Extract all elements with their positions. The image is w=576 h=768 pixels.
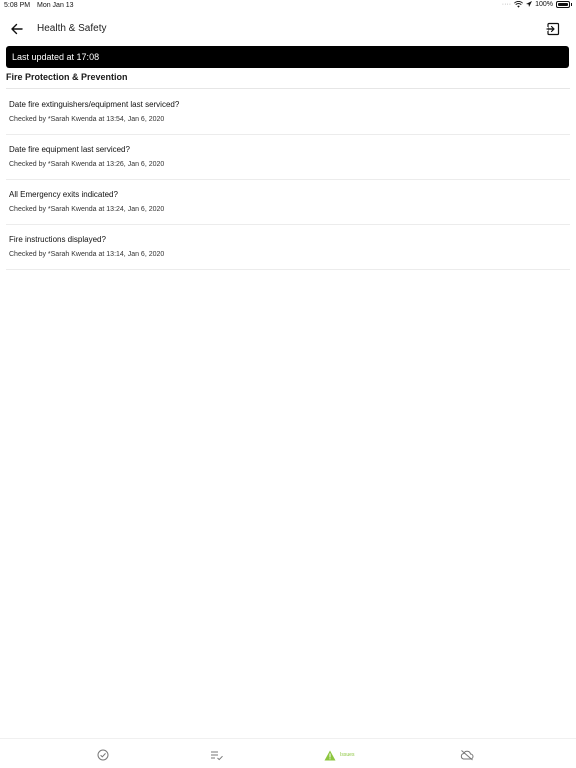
item-question: Date fire equipment last serviced? <box>9 145 130 154</box>
cloud-off-icon <box>460 750 474 761</box>
checklist: Date fire extinguishers/equipment last s… <box>0 90 576 270</box>
item-checked-by: Checked by *Sarah Kwenda at 13:54, Jan 6… <box>9 116 165 123</box>
item-question: Fire instructions displayed? <box>9 235 106 244</box>
exit-icon <box>545 22 560 36</box>
list-item[interactable]: Fire instructions displayed? Checked by … <box>6 225 570 270</box>
last-updated-banner: Last updated at 17:08 <box>6 46 569 68</box>
battery-icon <box>556 1 570 8</box>
status-time: 5:08 PM <box>4 2 31 9</box>
nav-bar: Health & Safety <box>0 14 576 44</box>
battery-percent: 100% <box>535 1 553 8</box>
list-item[interactable]: Date fire equipment last serviced? Check… <box>6 135 570 180</box>
exit-button[interactable] <box>545 21 561 37</box>
back-button[interactable] <box>9 21 25 37</box>
wifi-icon <box>514 1 524 8</box>
item-checked-by: Checked by *Sarah Kwenda at 13:26, Jan 6… <box>9 161 165 168</box>
signal-dots-icon: ···· <box>501 1 512 8</box>
check-circle-icon <box>97 749 109 761</box>
location-icon <box>526 1 533 7</box>
list-item[interactable]: Date fire extinguishers/equipment last s… <box>6 90 570 135</box>
warning-icon <box>324 750 336 760</box>
tab-bar: Issues <box>0 738 576 768</box>
checklist-icon <box>211 751 223 761</box>
item-question: Date fire extinguishers/equipment last s… <box>9 100 180 109</box>
tab-list[interactable] <box>210 747 224 763</box>
item-question: All Emergency exits indicated? <box>9 190 118 199</box>
item-checked-by: Checked by *Sarah Kwenda at 13:24, Jan 6… <box>9 206 165 213</box>
list-item[interactable]: All Emergency exits indicated? Checked b… <box>6 180 570 225</box>
tab-checks[interactable] <box>97 747 109 763</box>
tab-sync[interactable] <box>460 747 474 763</box>
page-title: Health & Safety <box>37 23 107 34</box>
item-checked-by: Checked by *Sarah Kwenda at 13:14, Jan 6… <box>9 251 165 258</box>
section-title: Fire Protection & Prevention <box>6 72 570 89</box>
tab-issues[interactable]: Issues <box>324 747 354 763</box>
status-bar: 5:08 PM Mon Jan 13 ···· 100% <box>0 0 576 12</box>
status-right: ···· 100% <box>502 1 572 8</box>
back-arrow-icon <box>11 23 23 35</box>
tab-issues-label: Issues <box>340 752 355 758</box>
status-date: Mon Jan 13 <box>37 2 74 9</box>
